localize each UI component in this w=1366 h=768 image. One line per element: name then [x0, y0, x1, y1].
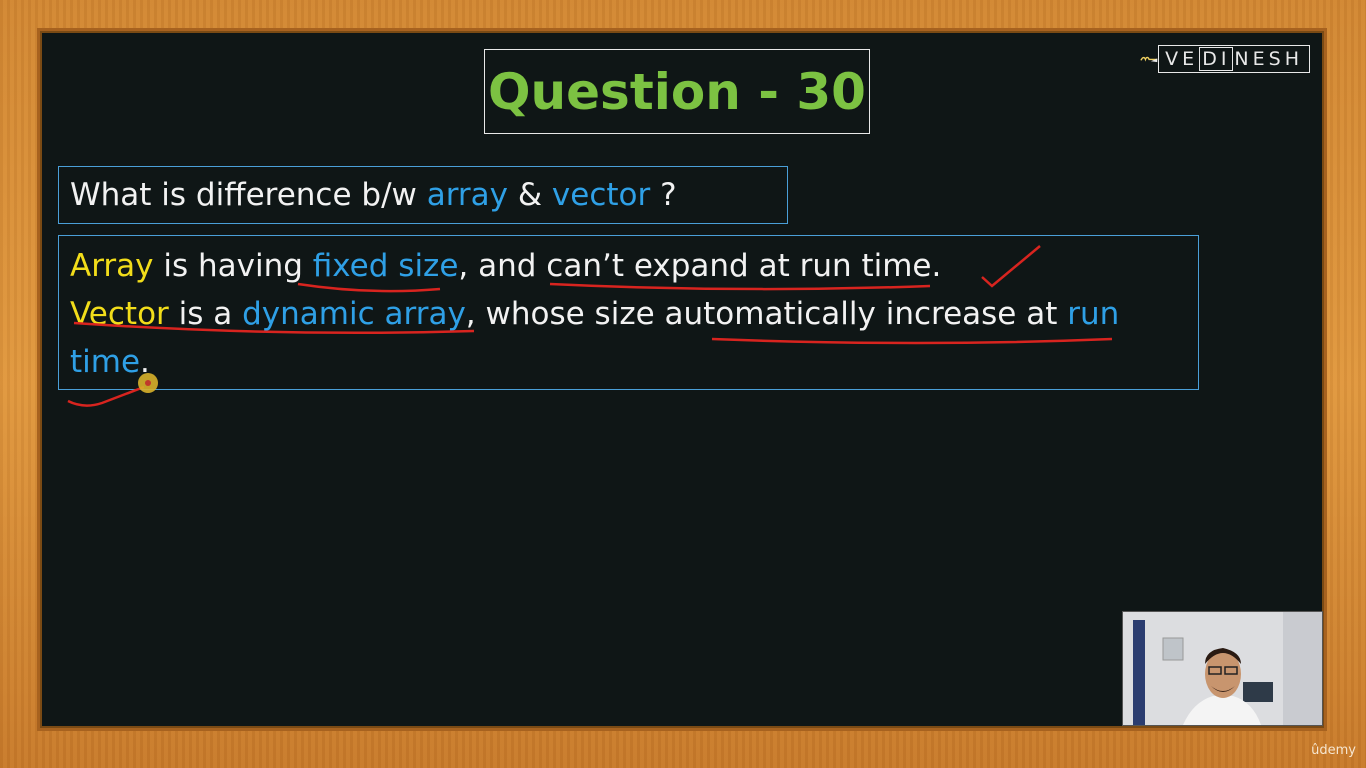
answer-term-dynamic-array: dynamic array — [242, 296, 466, 332]
vedinesh-logo: VE DI NESH — [1140, 43, 1310, 75]
answer-text: is a — [168, 296, 243, 332]
answer-term-vector: Vector — [70, 296, 169, 332]
answer-term-run: run — [1067, 296, 1120, 332]
page-title: Question - 30 — [484, 49, 870, 134]
logo-text-boxed: DI — [1199, 47, 1234, 71]
answer-term-time: time — [70, 344, 141, 380]
logo-text-suffix: NESH — [1234, 48, 1303, 70]
presenter-webcam — [1122, 611, 1323, 726]
answer-line-3: time. — [70, 338, 1187, 386]
logo-wordmark: VE DI NESH — [1158, 45, 1310, 73]
question-prefix: What is difference b/w — [70, 177, 427, 213]
question-suffix: ? — [650, 177, 677, 213]
udemy-watermark: ûdemy — [1311, 743, 1356, 758]
brush-stroke-logo-icon — [1140, 56, 1158, 63]
answer-line-2: Vector is a dynamic array, whose size au… — [70, 290, 1187, 338]
answer-text: is having — [153, 248, 313, 284]
answer-text: , whose size automatically increase at — [465, 296, 1068, 332]
answer-term-array: Array — [70, 248, 154, 284]
presenter-video-icon — [1123, 612, 1322, 725]
answer-box: Array is having fixed size, and can’t ex… — [58, 235, 1199, 390]
question-box: What is difference b/w array & vector ? — [58, 166, 788, 224]
answer-text: , and can’t expand at run time. — [458, 248, 942, 284]
question-term-array: array — [426, 177, 509, 213]
answer-term-fixed-size: fixed size — [312, 248, 459, 284]
question-term-vector: vector — [551, 177, 651, 213]
logo-text-prefix: VE — [1165, 48, 1199, 70]
answer-line-1: Array is having fixed size, and can’t ex… — [70, 242, 1187, 290]
question-joiner: & — [508, 177, 552, 213]
answer-text: . — [140, 344, 150, 380]
